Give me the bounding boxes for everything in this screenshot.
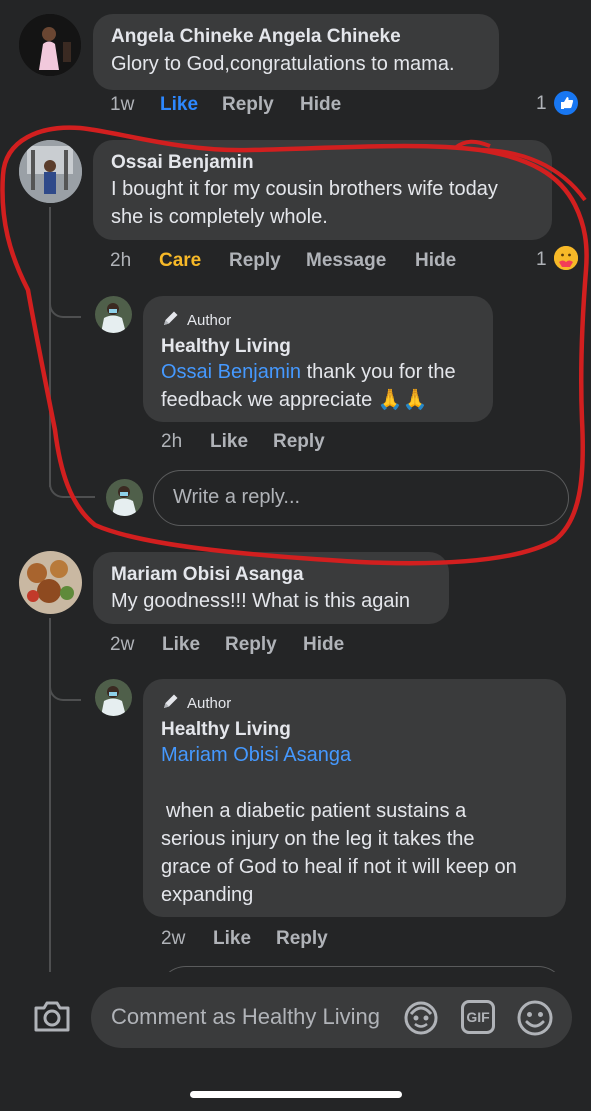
comment-input-placeholder: Comment as Healthy Living xyxy=(111,1004,381,1029)
red-annotation-circle xyxy=(0,125,589,566)
gif-icon[interactable]: GIF xyxy=(461,1000,495,1034)
comment-input[interactable]: Comment as Healthy Living GIF xyxy=(91,987,572,1048)
camera-icon[interactable] xyxy=(32,998,72,1034)
avatar-sticker-icon[interactable] xyxy=(403,1000,439,1036)
home-indicator xyxy=(190,1091,402,1098)
emoji-icon[interactable] xyxy=(516,999,554,1037)
